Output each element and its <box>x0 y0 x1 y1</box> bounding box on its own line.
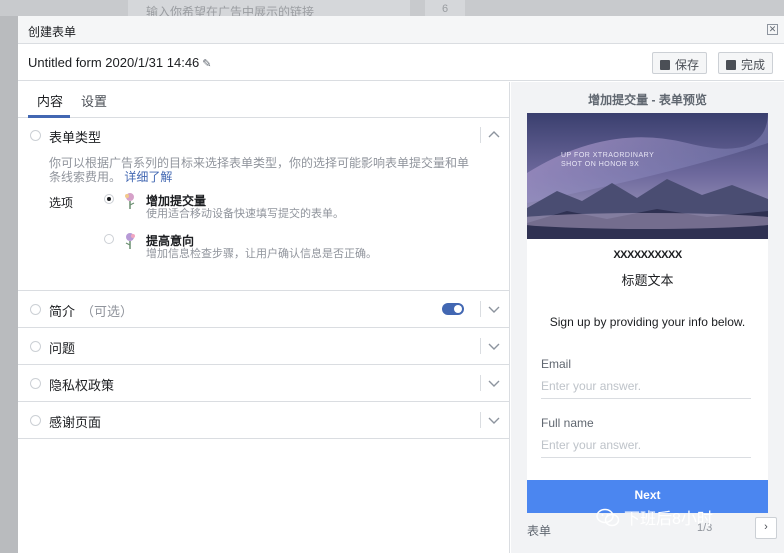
description-text: 你可以根据广告系列的目标来选择表单类型，你的选择可能影响表单提交量和单条线索费用… <box>49 156 470 184</box>
section-title: 隐私权政策 <box>49 378 115 393</box>
form-intent-icon <box>125 233 135 249</box>
create-form-modal: 创建表单 ✕ Untitled form 2020/1/31 14:46 ✎ 保存… <box>18 16 784 553</box>
learn-more-link[interactable]: 详细了解 <box>124 170 172 184</box>
chevron-down-icon[interactable] <box>486 338 502 354</box>
preview-headline: 标题文本 <box>621 273 674 288</box>
form-type-description: 你可以根据广告系列的目标来选择表单类型，你的选择可能影响表单提交量和单条线索费用… <box>49 156 479 184</box>
wechat-icon <box>596 508 620 527</box>
preview-footer-label: 表单 <box>527 524 552 538</box>
option-subtitle: 使用适合移动设备快速填写提交的表单。 <box>146 208 344 220</box>
section-title-text: 简介 <box>49 304 76 319</box>
preview-intro: Sign up by providing your info below. <box>549 315 746 329</box>
section-status-radio <box>30 304 41 315</box>
section-questions[interactable]: 问题 <box>18 328 509 365</box>
save-label: 保存 <box>675 58 700 72</box>
divider <box>480 338 481 354</box>
option-radio[interactable] <box>104 234 114 244</box>
section-status-radio <box>30 130 41 141</box>
hero-image: UP FOR XTRAORDINARY SHOT ON HONOR 9X <box>527 113 768 239</box>
modal-title: 创建表单 <box>28 25 77 39</box>
section-intro[interactable]: 简介 （可选） <box>18 291 509 328</box>
chevron-right-icon[interactable]: › <box>755 517 777 539</box>
section-status-radio <box>30 415 41 426</box>
close-icon[interactable]: ✕ <box>767 24 778 35</box>
preview-phone: UP FOR XTRAORDINARY SHOT ON HONOR 9X XXX… <box>527 113 768 513</box>
chevron-up-icon[interactable] <box>486 127 502 143</box>
form-name-text: Untitled form 2020/1/31 14:46 <box>28 55 200 70</box>
chevron-down-icon[interactable] <box>486 301 502 317</box>
background-button: 6 <box>425 0 465 16</box>
watermark: 下班后8小时 <box>596 505 713 533</box>
option-radio-selected[interactable] <box>104 194 114 204</box>
hero-caption-line: UP FOR XTRAORDINARY <box>561 152 655 159</box>
section-status-radio <box>30 378 41 389</box>
section-status-radio <box>30 341 41 352</box>
form-header: Untitled form 2020/1/31 14:46 ✎ 保存 完成 <box>18 44 784 81</box>
editor-tabs: 内容 设置 <box>18 82 509 118</box>
chevron-down-icon[interactable] <box>486 412 502 428</box>
save-button[interactable]: 保存 <box>652 52 708 74</box>
brand-name: XXXXXXXXXX <box>613 249 682 261</box>
background-link-input: 输入你希望在广告中展示的链接 <box>128 0 410 16</box>
divider <box>480 412 481 428</box>
section-form-type: 表单类型 你可以根据广告系列的目标来选择表单类型，你的选择可能影响表单提交量和单… <box>18 118 509 291</box>
preview-title: 增加提交量 - 表单预览 <box>588 93 707 107</box>
done-label: 完成 <box>741 58 766 72</box>
section-privacy-policy[interactable]: 隐私权政策 <box>18 365 509 402</box>
hero-caption-line: SHOT ON HONOR 9X <box>561 161 640 168</box>
section-thank-you-page[interactable]: 感谢页面 <box>18 402 509 439</box>
email-field[interactable]: Enter your answer. <box>541 379 751 399</box>
form-editor-panel: 内容 设置 表单类型 你可以根据广告系列的目标来选择表单类型，你的选择可能影响表… <box>18 82 510 553</box>
tab-content[interactable]: 内容 <box>37 91 63 110</box>
options-label: 选项 <box>49 196 74 210</box>
chevron-down-icon[interactable] <box>486 375 502 391</box>
save-icon <box>660 60 670 70</box>
done-icon <box>726 60 736 70</box>
form-preview-panel: 增加提交量 - 表单预览 UP FOR XTRAORDINARY SHOT ON… <box>511 82 784 553</box>
watermark-text: 下班后8小时 <box>624 511 713 528</box>
form-volume-icon <box>125 193 135 209</box>
pencil-icon[interactable]: ✎ <box>202 58 211 70</box>
modal-titlebar: 创建表单 ✕ <box>18 16 784 44</box>
field-label-full-name: Full name <box>541 416 594 430</box>
tab-settings[interactable]: 设置 <box>81 91 107 110</box>
section-title[interactable]: 表单类型 <box>49 127 101 146</box>
optional-label: （可选） <box>81 304 134 319</box>
section-title: 问题 <box>49 341 76 356</box>
section-title: 感谢页面 <box>49 415 102 430</box>
divider <box>480 375 481 391</box>
intro-toggle[interactable] <box>442 303 464 315</box>
done-button[interactable]: 完成 <box>718 52 774 74</box>
option-subtitle: 增加信息检查步骤，让用户确认信息是否正确。 <box>146 248 377 260</box>
divider <box>480 301 481 317</box>
section-title: 简介 （可选） <box>49 301 133 320</box>
hero-caption: UP FOR XTRAORDINARY SHOT ON HONOR 9X <box>561 151 654 169</box>
full-name-field[interactable]: Enter your answer. <box>541 438 751 458</box>
form-name[interactable]: Untitled form 2020/1/31 14:46 ✎ <box>28 55 212 70</box>
field-label-email: Email <box>541 357 572 371</box>
divider <box>480 127 481 143</box>
